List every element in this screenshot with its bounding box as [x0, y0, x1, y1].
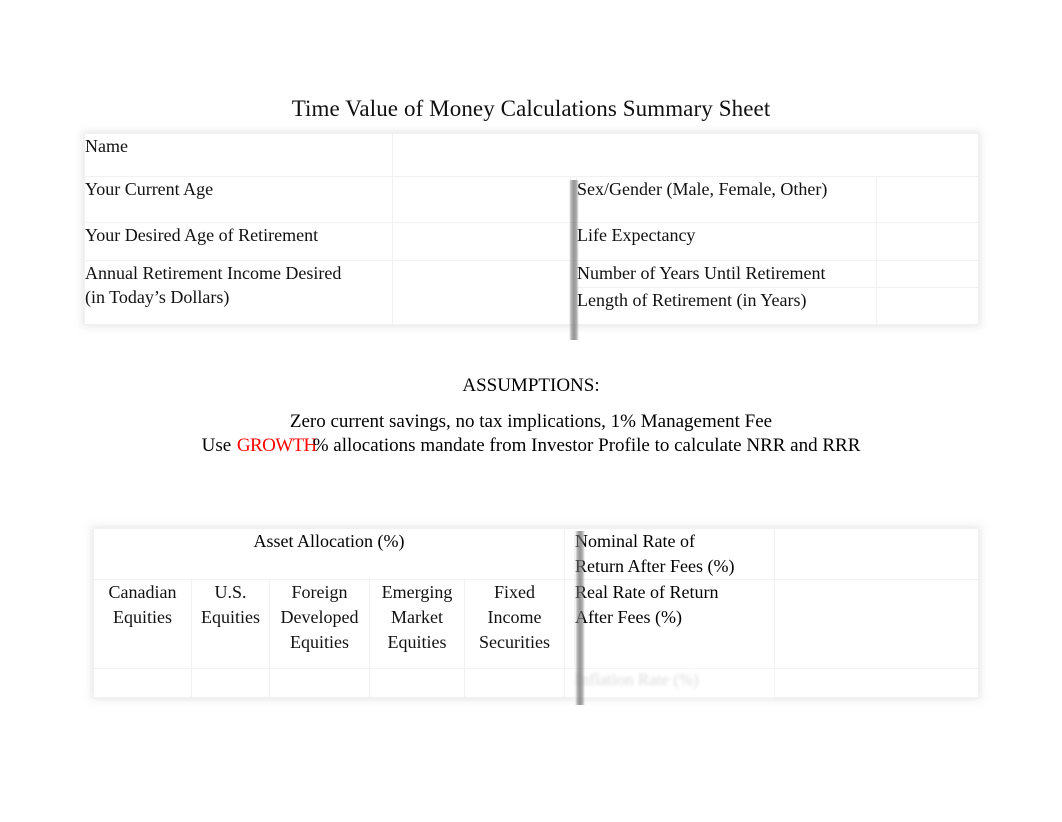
asset-allocation-group-title: Asset Allocation (%) — [92, 528, 566, 580]
input-real-rate-of-return[interactable] — [774, 579, 980, 669]
assumptions-line-2-prefix: Use — [201, 435, 236, 456]
table-row: Name — [84, 133, 979, 177]
input-us-equities[interactable] — [191, 668, 270, 698]
assumptions-line-1: Zero current savings, no tax implication… — [289, 411, 773, 432]
table-row: Asset Allocation (%) Nominal Rate of Ret… — [92, 528, 980, 580]
page-title: Time Value of Money Calculations Summary… — [291, 96, 771, 121]
spacer-cell — [564, 528, 576, 580]
label-name: Name — [84, 133, 393, 177]
label-desired-retirement-age: Your Desired Age of Retirement — [84, 222, 393, 261]
input-canadian-equities[interactable] — [93, 668, 192, 698]
label-life-expectancy: Life Expectancy — [576, 222, 877, 261]
input-inflation-rate[interactable] — [774, 668, 980, 698]
assumptions-line-2-suffix: % allocations mandate from Investor Prof… — [312, 435, 861, 456]
label-length-of-retirement: Length of Retirement (in Years) — [576, 287, 877, 325]
input-emerging-market-equities[interactable] — [369, 668, 465, 698]
column-header-canadian-equities: Canadian Equities — [93, 579, 192, 669]
column-header-fixed-income-securities: Fixed Income Securities — [463, 579, 566, 669]
asset-allocation-table: Asset Allocation (%) Nominal Rate of Ret… — [92, 528, 980, 698]
input-current-age[interactable] — [392, 176, 571, 223]
input-foreign-developed-equities[interactable] — [269, 668, 370, 698]
spacer-cell — [564, 668, 576, 698]
personal-information-table: Name Your Current Age Sex/Gender (Male, … — [84, 133, 979, 325]
spacer-cell — [564, 579, 576, 669]
input-length-of-retirement[interactable] — [876, 287, 979, 325]
label-nominal-rate-of-return: Nominal Rate of Return After Fees (%) — [574, 528, 776, 580]
label-inflation-rate: Inflation Rate (%) — [574, 668, 776, 698]
input-years-until-retirement[interactable] — [876, 260, 979, 288]
label-sex-gender: Sex/Gender (Male, Female, Other) — [576, 176, 877, 223]
input-annual-retirement-income[interactable] — [392, 260, 571, 325]
table-row: Canadian Equities U.S. Equities Foreign … — [93, 579, 980, 669]
table-row: Inflation Rate (%) — [93, 668, 980, 698]
input-nominal-rate-of-return[interactable] — [774, 528, 980, 580]
input-desired-retirement-age[interactable] — [392, 222, 571, 261]
column-header-foreign-developed-equities: Foreign Developed Equities — [269, 579, 370, 669]
column-header-us-equities: U.S. Equities — [191, 579, 270, 669]
assumptions-heading: ASSUMPTIONS: — [462, 375, 600, 396]
assumptions-line-2: Use GROWTH% allocations mandate from Inv… — [0, 434, 1062, 458]
input-name[interactable] — [392, 133, 979, 177]
assumptions-growth-highlight: GROWTH — [236, 435, 317, 456]
label-annual-retirement-income: Annual Retirement Income Desired (in Tod… — [84, 260, 393, 325]
table-row: Annual Retirement Income Desired (in Tod… — [84, 260, 979, 325]
column-header-emerging-market-equities: Emerging Market Equities — [369, 579, 465, 669]
assumptions-body: Zero current savings, no tax implication… — [0, 410, 1062, 458]
table-row: Your Desired Age of Retirement Life Expe… — [84, 222, 979, 261]
input-life-expectancy[interactable] — [876, 222, 979, 261]
label-current-age: Your Current Age — [84, 176, 393, 223]
label-real-rate-of-return: Real Rate of Return After Fees (%) — [574, 579, 776, 669]
label-years-until-retirement: Number of Years Until Retirement — [576, 260, 877, 288]
table-row: Your Current Age Sex/Gender (Male, Femal… — [84, 176, 979, 223]
input-sex-gender[interactable] — [876, 176, 979, 223]
input-fixed-income-securities[interactable] — [463, 668, 566, 698]
document-page: Time Value of Money Calculations Summary… — [0, 0, 1062, 822]
